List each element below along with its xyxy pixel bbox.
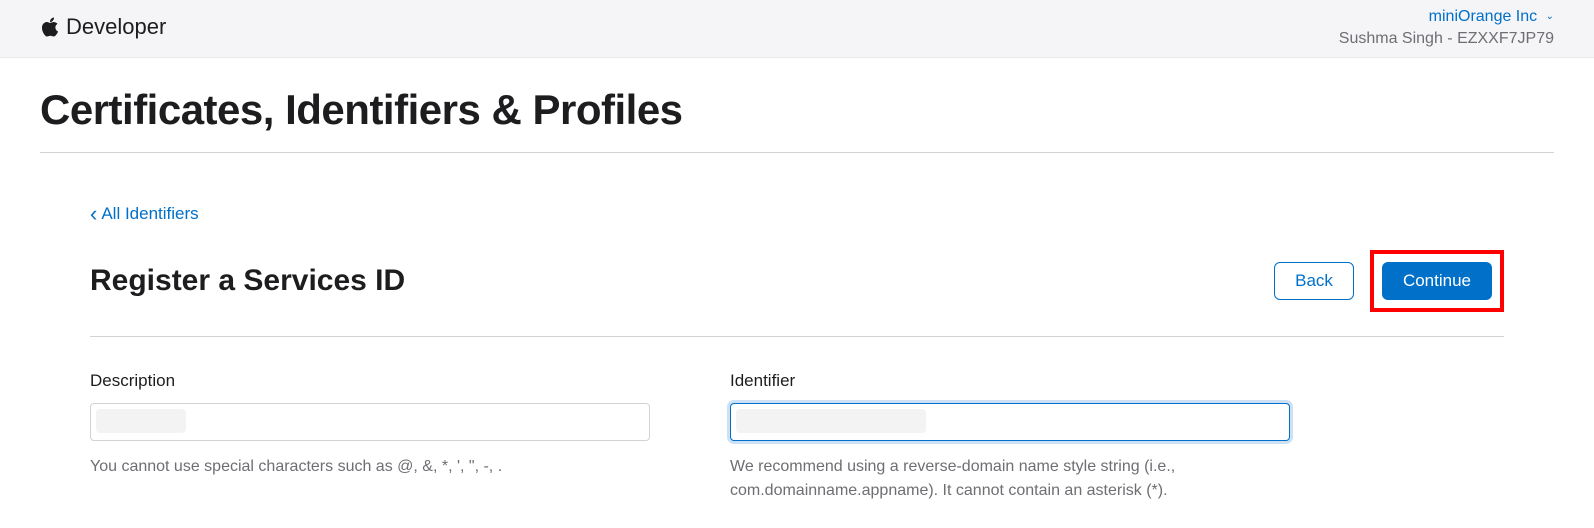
description-column: Description You cannot use special chara… [90, 371, 650, 503]
section-header: Register a Services ID Back Continue [90, 250, 1504, 337]
action-buttons: Back Continue [1274, 250, 1504, 312]
continue-button[interactable]: Continue [1382, 262, 1492, 300]
description-label: Description [90, 371, 650, 391]
identifier-label: Identifier [730, 371, 1290, 391]
back-button[interactable]: Back [1274, 262, 1354, 300]
developer-label: Developer [66, 14, 166, 40]
continue-highlight: Continue [1370, 250, 1504, 312]
form-row: Description You cannot use special chara… [90, 371, 1504, 503]
apple-logo-icon [40, 15, 60, 39]
account-info: miniOrange Inc ⌄ Sushma Singh - EZXXF7JP… [1339, 6, 1554, 51]
back-to-identifiers-link[interactable]: All Identifiers [90, 203, 199, 225]
topbar: Developer miniOrange Inc ⌄ Sushma Singh … [0, 0, 1594, 58]
identifier-column: Identifier We recommend using a reverse-… [730, 371, 1290, 503]
back-link-label: All Identifiers [101, 204, 198, 224]
team-name: miniOrange Inc [1429, 8, 1538, 25]
team-dropdown[interactable]: miniOrange Inc ⌄ [1429, 8, 1554, 25]
page-title: Certificates, Identifiers & Profiles [40, 58, 1554, 153]
description-help: You cannot use special characters such a… [90, 455, 650, 479]
brand-area[interactable]: Developer [40, 6, 166, 40]
chevron-down-icon: ⌄ [1546, 10, 1554, 24]
section-title: Register a Services ID [90, 264, 405, 298]
description-input[interactable] [90, 403, 650, 441]
identifier-input[interactable] [730, 403, 1290, 441]
identifier-help: We recommend using a reverse-domain name… [730, 455, 1290, 503]
user-identifier: Sushma Singh - EZXXF7JP79 [1339, 28, 1554, 50]
